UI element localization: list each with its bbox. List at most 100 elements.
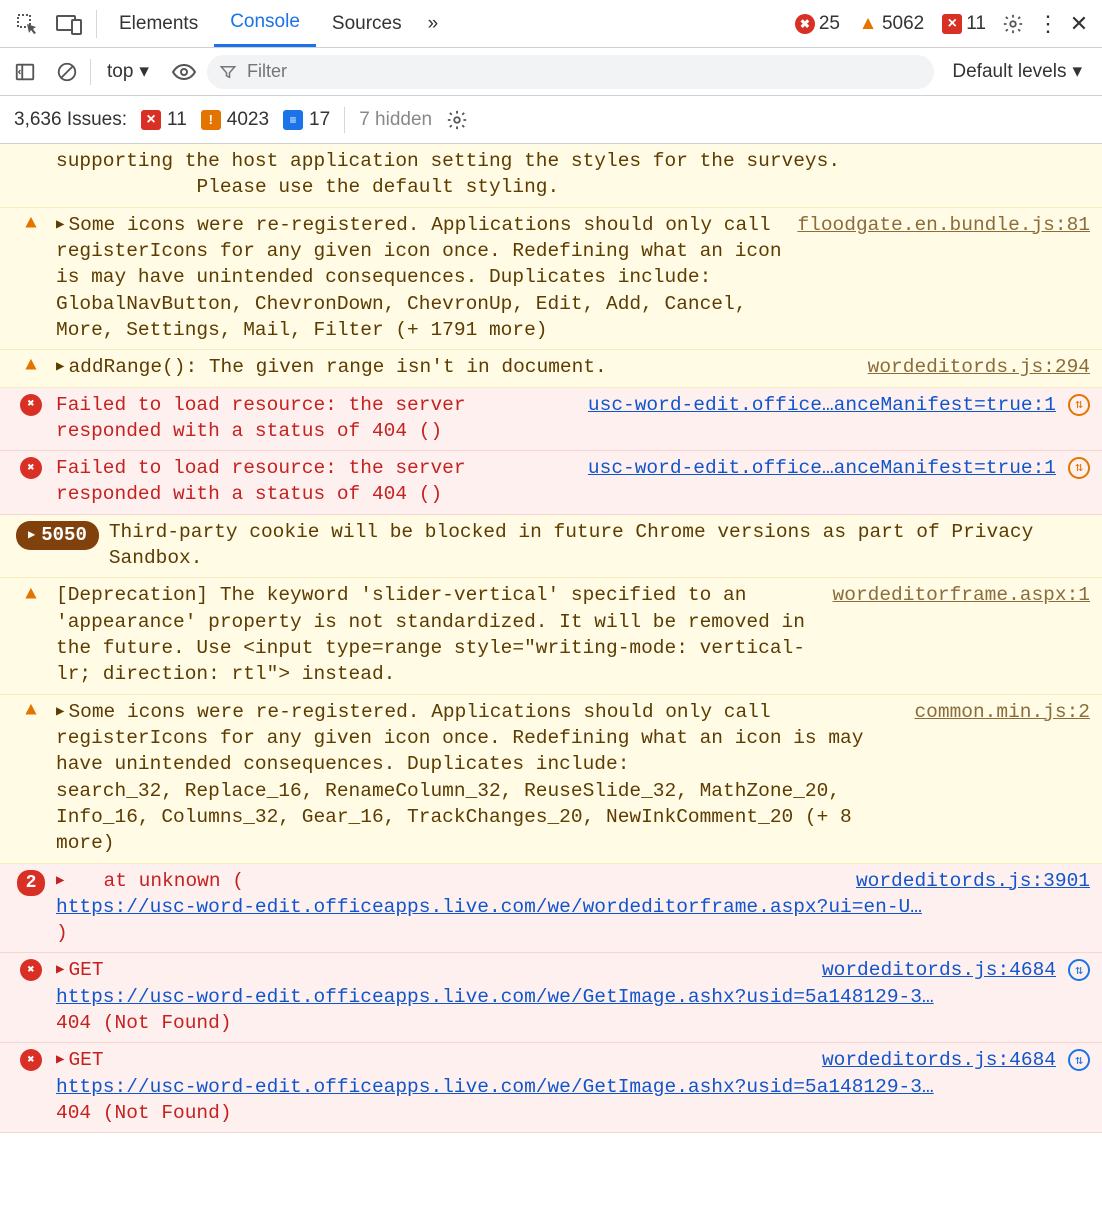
repeat-count-badge[interactable]: ▶ 5050 xyxy=(16,521,99,551)
console-message: ▶Some icons were re-registered. Applicat… xyxy=(0,208,1102,351)
message-text[interactable]: Failed to load resource: the server resp… xyxy=(56,392,576,445)
levels-label: Default levels xyxy=(952,61,1066,83)
source-link[interactable]: wordeditorframe.aspx:1 xyxy=(833,582,1090,608)
message-text[interactable]: ▶GET xyxy=(56,1047,810,1073)
tab-console[interactable]: Console xyxy=(214,0,316,47)
issues-red[interactable]: 11 xyxy=(141,109,187,131)
live-expression-icon[interactable] xyxy=(165,48,203,95)
message-gutter xyxy=(16,582,46,604)
message-body: ▶Some icons were re-registered. Applicat… xyxy=(56,212,1090,344)
message-link[interactable]: https://usc-word-edit.officeapps.live.co… xyxy=(56,896,922,918)
source-link[interactable]: wordeditords.js:294 xyxy=(868,354,1090,380)
console-message: ▶ 5050 Third-party cookie will be blocked… xyxy=(0,515,1102,579)
error-count[interactable]: 25 xyxy=(789,13,846,35)
console-message: ▶Some icons were re-registered. Applicat… xyxy=(0,695,1102,864)
source-link[interactable]: common.min.js:2 xyxy=(914,699,1090,725)
source-link[interactable]: usc-word-edit.office…anceManifest=true:1 xyxy=(588,392,1056,418)
close-icon[interactable]: ✕ xyxy=(1062,0,1096,47)
warning-icon xyxy=(21,584,41,604)
blocked-count-value: 11 xyxy=(966,13,986,35)
message-link[interactable]: https://usc-word-edit.officeapps.live.co… xyxy=(56,1076,934,1098)
inspect-element-icon[interactable] xyxy=(6,0,48,47)
console-message: ▶GET wordeditords.js:4684 https://usc-wor… xyxy=(0,1043,1102,1133)
message-text[interactable]: ▶Some icons were re-registered. Applicat… xyxy=(56,699,902,857)
initiator-icon[interactable] xyxy=(1068,457,1090,479)
message-gutter: ▶ 5050 xyxy=(16,519,99,551)
expand-icon[interactable]: ▶ xyxy=(56,216,64,235)
expand-icon[interactable]: ▶ xyxy=(56,358,64,377)
expand-icon[interactable]: ▶ xyxy=(56,961,64,980)
source-link[interactable]: usc-word-edit.office…anceManifest=true:1 xyxy=(588,455,1056,481)
message-gutter xyxy=(16,455,46,479)
execution-context-selector[interactable]: top ▾ xyxy=(95,60,161,83)
clear-console-icon[interactable] xyxy=(48,48,86,95)
message-text[interactable]: supporting the host application setting … xyxy=(56,148,1090,201)
error-icon xyxy=(20,394,42,416)
message-body: Third-party cookie will be blocked in fu… xyxy=(109,519,1090,572)
issues-red-count: 11 xyxy=(167,109,187,131)
expand-icon[interactable]: ▶ xyxy=(56,872,64,891)
tab-sources[interactable]: Sources xyxy=(316,0,418,47)
source-link[interactable]: wordeditords.js:3901 xyxy=(856,868,1090,894)
issues-label: 3,636 Issues: xyxy=(14,109,127,131)
console-message: Failed to load resource: the server resp… xyxy=(0,451,1102,515)
message-text[interactable]: ▶addRange(): The given range isn't in do… xyxy=(56,354,856,380)
expand-icon[interactable]: ▶ xyxy=(56,703,64,722)
chevron-down-icon: ▾ xyxy=(139,60,149,83)
error-count-value: 25 xyxy=(819,13,840,35)
toggle-sidebar-icon[interactable] xyxy=(6,48,44,95)
message-status: 404 (Not Found) xyxy=(56,1100,1090,1126)
message-text[interactable]: Third-party cookie will be blocked in fu… xyxy=(109,519,1090,572)
initiator-icon[interactable] xyxy=(1068,394,1090,416)
console-messages: supporting the host application setting … xyxy=(0,144,1102,1133)
error-square-icon xyxy=(141,110,161,130)
message-gutter xyxy=(16,957,46,981)
message-link[interactable]: https://usc-word-edit.officeapps.live.co… xyxy=(56,986,934,1008)
blocked-icon xyxy=(942,14,962,34)
source-link[interactable]: wordeditords.js:4684 xyxy=(822,957,1056,983)
message-body: supporting the host application setting … xyxy=(56,148,1090,201)
warning-icon xyxy=(21,356,41,376)
initiator-icon[interactable] xyxy=(1068,1049,1090,1071)
message-text[interactable]: ▶GET xyxy=(56,957,810,983)
settings-icon[interactable] xyxy=(992,0,1034,47)
message-gutter xyxy=(16,392,46,416)
source-link[interactable]: floodgate.en.bundle.js:81 xyxy=(797,212,1090,238)
warning-count[interactable]: 5062 xyxy=(852,13,930,35)
filter-input[interactable] xyxy=(207,55,934,89)
issues-settings-icon[interactable] xyxy=(446,109,468,131)
context-label: top xyxy=(107,61,133,83)
message-body: ▶GET wordeditords.js:4684 https://usc-wor… xyxy=(56,957,1090,1036)
message-text[interactable]: ▶Some icons were re-registered. Applicat… xyxy=(56,212,785,344)
source-link[interactable]: wordeditords.js:4684 xyxy=(822,1047,1056,1073)
message-status: ) xyxy=(56,920,1090,946)
more-tabs-button[interactable]: » xyxy=(418,0,449,47)
message-gutter xyxy=(16,699,46,721)
divider xyxy=(344,107,345,133)
tab-elements[interactable]: Elements xyxy=(103,0,214,47)
issues-orange[interactable]: 4023 xyxy=(201,109,269,131)
message-text[interactable]: [Deprecation] The keyword 'slider-vertic… xyxy=(56,582,821,687)
header-issue-counts: 25 5062 11 xyxy=(789,13,992,35)
blocked-count[interactable]: 11 xyxy=(936,13,992,35)
kebab-menu-icon[interactable]: ⋮ xyxy=(1034,0,1062,47)
expand-icon[interactable]: ▶ xyxy=(56,1051,64,1070)
message-status: 404 (Not Found) xyxy=(56,1010,1090,1036)
warning-icon xyxy=(858,14,878,34)
message-text[interactable]: Failed to load resource: the server resp… xyxy=(56,455,576,508)
devtools-tabbar: Elements Console Sources » 25 5062 11 ⋮ … xyxy=(0,0,1102,48)
message-body: [Deprecation] The keyword 'slider-vertic… xyxy=(56,582,1090,687)
initiator-icon[interactable] xyxy=(1068,959,1090,981)
log-levels-selector[interactable]: Default levels ▾ xyxy=(938,60,1096,83)
warning-count-value: 5062 xyxy=(882,13,924,35)
hidden-issues[interactable]: 7 hidden xyxy=(359,109,432,131)
repeat-count-badge[interactable]: 2 xyxy=(17,870,46,896)
device-toolbar-icon[interactable] xyxy=(48,0,90,47)
issues-blue[interactable]: 17 xyxy=(283,109,330,131)
console-toolbar: top ▾ Default levels ▾ xyxy=(0,48,1102,96)
issues-blue-count: 17 xyxy=(309,109,330,131)
console-message: supporting the host application setting … xyxy=(0,144,1102,208)
warning-icon xyxy=(21,701,41,721)
divider xyxy=(96,10,97,38)
message-text[interactable]: ▶ at unknown ( xyxy=(56,868,844,894)
